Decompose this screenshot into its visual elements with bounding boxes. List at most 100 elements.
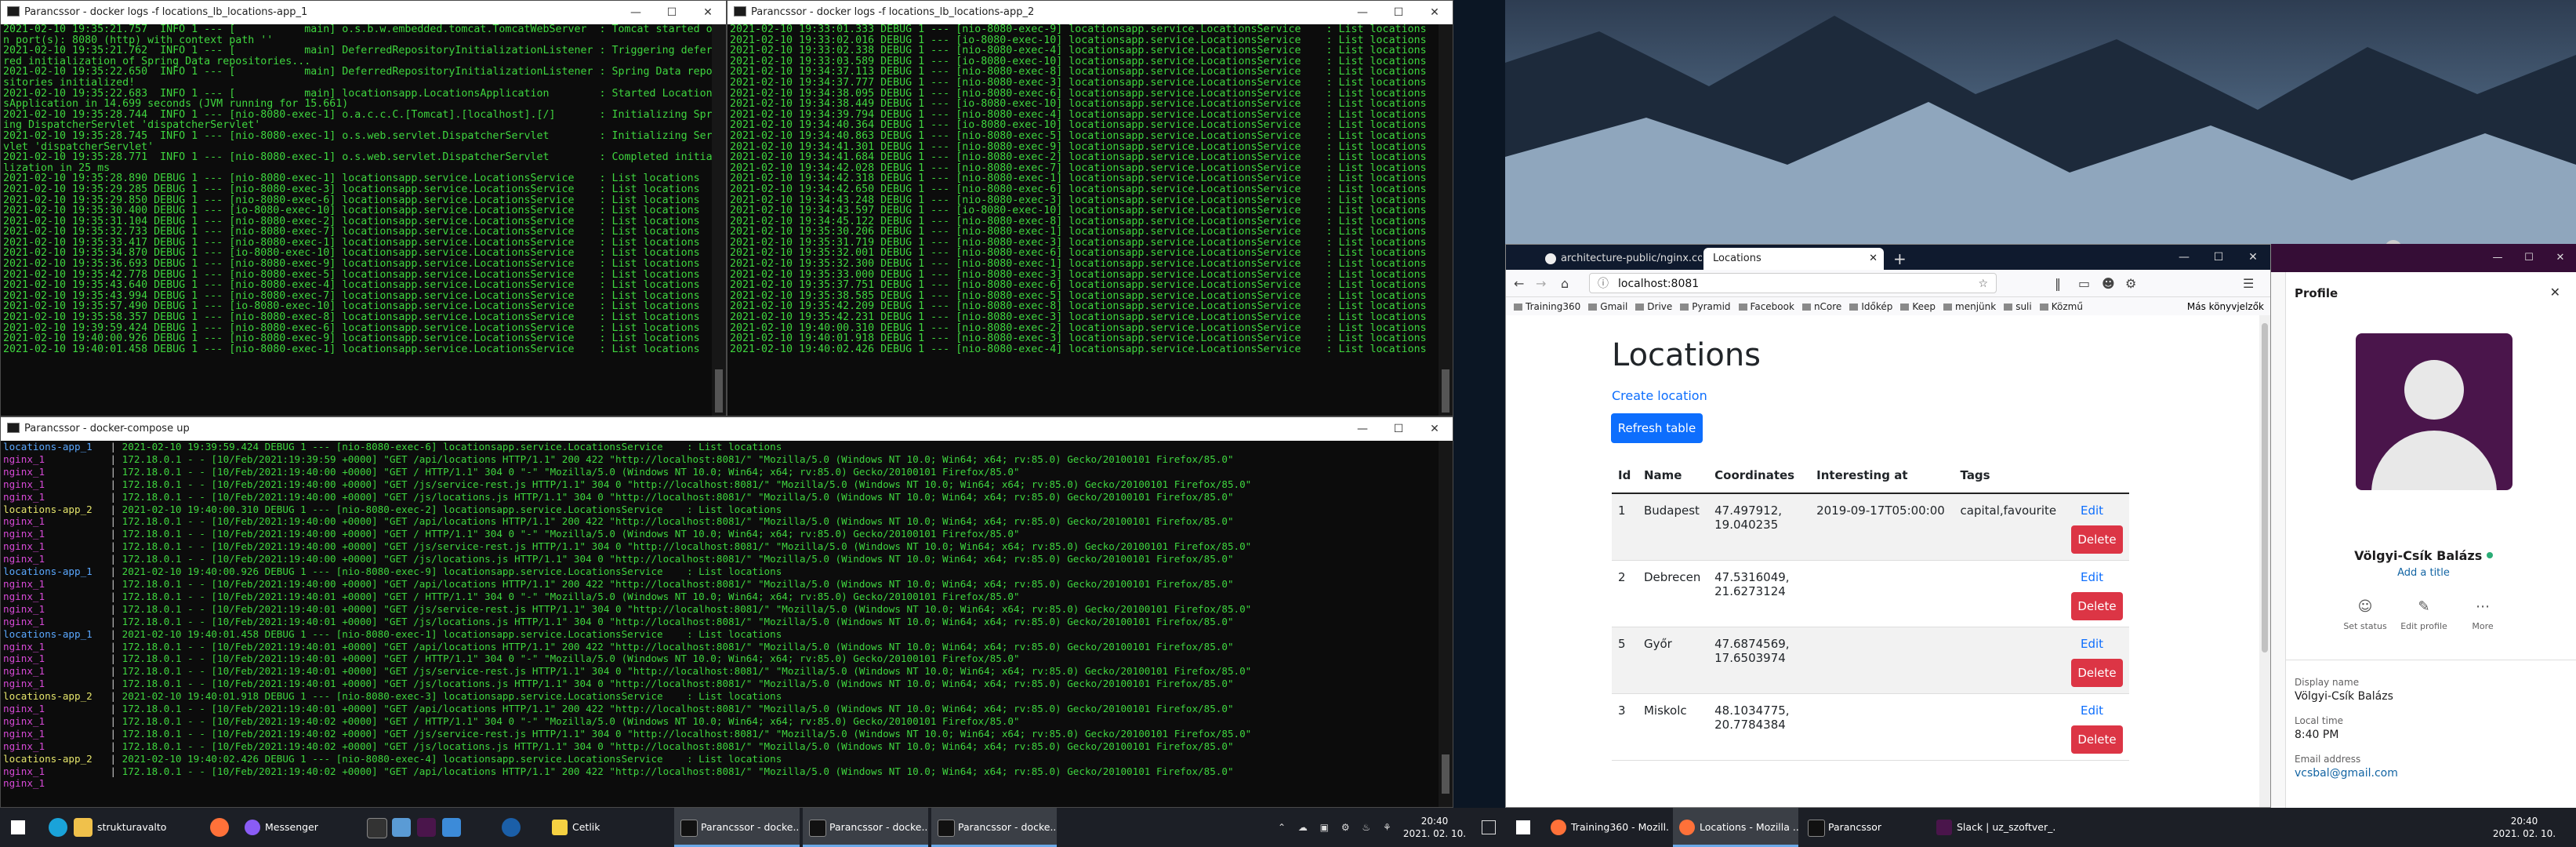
terminal-output[interactable]: 2021-02-10 19:33:01.333 DEBUG 1 --- [nio…	[727, 24, 1439, 416]
firefox-window[interactable]: architecture-public/nginx.co Locations ✕…	[1505, 244, 2271, 808]
add-title-link[interactable]: Add a title	[2271, 567, 2576, 579]
tab-locations[interactable]: Locations ✕	[1703, 248, 1884, 270]
maximize-icon[interactable]: ☐	[2513, 244, 2545, 272]
bookmark-item[interactable]: Közmű	[2039, 297, 2083, 316]
edit-link[interactable]: Edit	[2071, 570, 2123, 584]
close-icon[interactable]: ✕	[1417, 1, 1453, 24]
create-location-link[interactable]: Create location	[1612, 388, 1707, 403]
firefox-icon[interactable]	[210, 818, 229, 837]
account-icon[interactable]: ☻	[2102, 276, 2115, 291]
menu-icon[interactable]: ☰	[2243, 276, 2254, 291]
edit-link[interactable]: Edit	[2071, 503, 2123, 518]
titlebar[interactable]: Parancssor - docker logs -f locations_lb…	[727, 1, 1453, 24]
minimize-icon[interactable]: —	[618, 1, 654, 24]
more-button[interactable]: ⋯ More	[2455, 598, 2510, 631]
taskbar-item[interactable]: Messenger	[238, 808, 348, 847]
terminal-window-compose[interactable]: Parancssor - docker-compose up — ☐ ✕ loc…	[0, 416, 1453, 808]
bookmark-icon	[1680, 304, 1689, 311]
office-icon[interactable]	[392, 818, 411, 837]
start-icon[interactable]	[1516, 820, 1530, 834]
steam-icon[interactable]	[502, 818, 521, 837]
taskbar-item[interactable]: Slack | uz_szoftver_...	[1930, 808, 2055, 847]
minimize-icon[interactable]: —	[1344, 1, 1381, 24]
page-scrollbar[interactable]	[2259, 315, 2270, 807]
scrollbar[interactable]	[712, 24, 726, 416]
new-tab-icon[interactable]: +	[1893, 248, 1907, 270]
sidebar-icon[interactable]: ▭	[2078, 276, 2090, 291]
taskbar-item[interactable]: Training360 - Mozill...	[1544, 808, 1670, 847]
minimize-icon[interactable]: —	[1344, 417, 1381, 441]
titlebar[interactable]: Parancssor - docker logs -f locations_lb…	[1, 1, 726, 24]
edit-link[interactable]: Edit	[2071, 637, 2123, 651]
taskbar-item[interactable]: Cetlik	[546, 808, 640, 847]
taskbar-item[interactable]: Locations - Mozilla ...	[1673, 808, 1798, 847]
maximize-icon[interactable]: ☐	[1381, 417, 1417, 441]
set-status-button[interactable]: ☺ Set status	[2338, 598, 2393, 631]
close-icon[interactable]: ✕	[2545, 244, 2576, 272]
bookmark-item[interactable]: Facebook	[1738, 297, 1794, 316]
taskbar-item[interactable]: Parancssor - docke...	[674, 808, 800, 847]
page-info-icon[interactable]: ⓘ	[1598, 274, 1609, 294]
app-icon[interactable]	[417, 818, 436, 837]
taskbar-item[interactable]: strukturavalto	[66, 808, 191, 847]
library-icon[interactable]: ‖	[2055, 276, 2061, 291]
clock[interactable]: 20:40 2021. 02. 10.	[2485, 815, 2563, 840]
clock[interactable]: 20:40 2021. 02. 10.	[1395, 815, 1474, 840]
other-bookmarks[interactable]: Más könyvjelzők	[2187, 297, 2264, 316]
terminal-line: 2021-02-10 19:35:30.400 DEBUG 1 --- [io-…	[3, 205, 700, 217]
close-icon[interactable]: ✕	[1417, 417, 1453, 441]
terminal-output[interactable]: locations-app_1 | 2021-02-10 19:39:59.42…	[1, 441, 1439, 807]
edge-icon[interactable]	[49, 818, 67, 837]
taskbar-item[interactable]: Parancssor - docke...	[803, 808, 928, 847]
close-profile-icon[interactable]: ✕	[2550, 285, 2560, 300]
slack-window[interactable]: — ☐ ✕ Profile ✕ Völgyi-Csík Balázs Add a t…	[2271, 244, 2576, 808]
taskbar-item[interactable]: Parancssor	[1801, 808, 1927, 847]
maximize-icon[interactable]: ☐	[2201, 245, 2236, 270]
bookmark-item[interactable]: suli	[2004, 297, 2032, 316]
terminal-window-app2[interactable]: Parancssor - docker logs -f locations_lb…	[727, 0, 1453, 416]
scrollbar[interactable]	[1439, 24, 1453, 416]
bookmark-label: menjünk	[1955, 301, 1997, 312]
maximize-icon[interactable]: ☐	[654, 1, 690, 24]
minimize-icon[interactable]: —	[2482, 244, 2513, 272]
bookmark-item[interactable]: menjünk	[1943, 297, 1996, 316]
terminal-output[interactable]: 2021-02-10 19:35:21.757 INFO 1 --- [ mai…	[1, 24, 712, 416]
extensions-icon[interactable]: ⚙	[2125, 276, 2136, 291]
bookmark-item[interactable]: Pyramid	[1680, 297, 1731, 316]
tray-icons[interactable]: ⌃ ☁ ▣ ⚙ ♨ ⚘	[1278, 822, 1396, 833]
taskbar-item[interactable]: Parancssor - docke...	[931, 808, 1057, 847]
scrollbar[interactable]	[1439, 441, 1453, 807]
delete-button[interactable]: Delete	[2071, 658, 2123, 687]
bookmark-item[interactable]: Training360	[1514, 297, 1580, 316]
bookmark-item[interactable]: Drive	[1635, 297, 1672, 316]
bookmark-item[interactable]: Keep	[1900, 297, 1936, 316]
terminal-icon[interactable]	[367, 818, 387, 838]
tab-github[interactable]: architecture-public/nginx.co	[1537, 248, 1702, 270]
bookmark-item[interactable]: Időkép	[1849, 297, 1892, 316]
terminal-window-app1[interactable]: Parancssor - docker logs -f locations_lb…	[0, 0, 727, 416]
refresh-table-button[interactable]: Refresh table	[1611, 413, 1703, 443]
edit-link[interactable]: Edit	[2071, 703, 2123, 718]
start-icon[interactable]	[11, 820, 25, 834]
home-icon[interactable]: ⌂	[1561, 276, 1569, 291]
close-tab-icon[interactable]: ✕	[1869, 248, 1878, 270]
back-icon[interactable]: ←	[1514, 276, 1524, 291]
delete-button[interactable]: Delete	[2071, 525, 2123, 554]
delete-button[interactable]: Delete	[2071, 591, 2123, 620]
forward-icon[interactable]: →	[1536, 276, 1546, 291]
delete-button[interactable]: Delete	[2071, 725, 2123, 754]
minimize-icon[interactable]: —	[2167, 245, 2201, 270]
bookmark-item[interactable]: nCore	[1801, 297, 1841, 316]
edit-profile-button[interactable]: ✎ Edit profile	[2396, 598, 2451, 631]
notification-icon[interactable]	[1482, 820, 1496, 834]
bookmark-star-icon[interactable]: ☆	[1978, 274, 1988, 294]
url-bar[interactable]: ⓘ localhost:8081 ☆	[1589, 273, 1997, 293]
maximize-icon[interactable]: ☐	[1381, 1, 1417, 24]
titlebar[interactable]: Parancssor - docker-compose up — ☐ ✕	[1, 417, 1453, 441]
terminal-line: 2021-02-10 19:35:42.231 DEBUG 1 --- [nio…	[730, 311, 1427, 324]
close-icon[interactable]: ✕	[2236, 245, 2270, 270]
bookmark-item[interactable]: Gmail	[1588, 297, 1627, 316]
close-icon[interactable]: ✕	[690, 1, 726, 24]
code-icon[interactable]	[442, 818, 461, 837]
field-value[interactable]: vcsbal@gmail.com	[2295, 767, 2568, 780]
